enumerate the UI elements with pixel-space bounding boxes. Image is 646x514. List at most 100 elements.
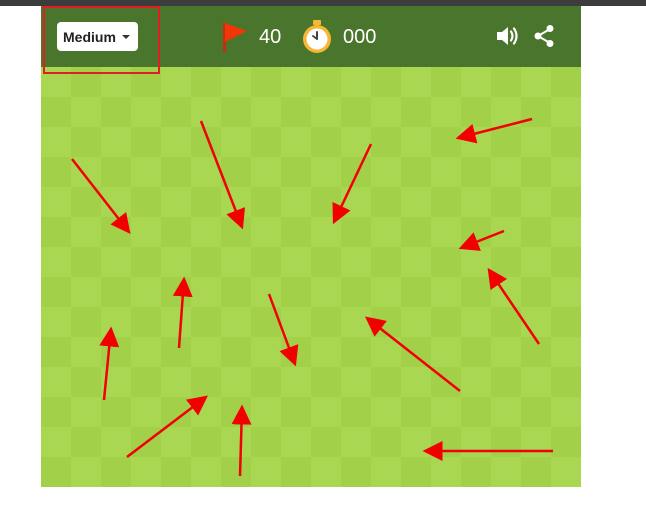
board-cell[interactable] [371, 427, 402, 458]
board-cell[interactable] [401, 127, 432, 158]
board-cell[interactable] [431, 127, 462, 158]
board-cell[interactable] [491, 187, 522, 218]
board-cell[interactable] [551, 307, 581, 338]
board-cell[interactable] [191, 247, 222, 278]
board-cell[interactable] [221, 367, 252, 398]
board-cell[interactable] [461, 247, 492, 278]
board-cell[interactable] [521, 97, 552, 128]
board-cell[interactable] [551, 277, 581, 308]
board-cell[interactable] [41, 187, 72, 218]
board-cell[interactable] [491, 157, 522, 188]
board-cell[interactable] [161, 247, 192, 278]
board-cell[interactable] [191, 277, 222, 308]
board-cell[interactable] [131, 367, 162, 398]
board-cell[interactable] [41, 67, 72, 98]
board-cell[interactable] [221, 187, 252, 218]
board-cell[interactable] [131, 157, 162, 188]
board-cell[interactable] [251, 397, 282, 428]
board-cell[interactable] [281, 157, 312, 188]
game-board[interactable] [41, 67, 581, 487]
board-cell[interactable] [401, 187, 432, 218]
board-cell[interactable] [281, 337, 312, 368]
board-cell[interactable] [401, 367, 432, 398]
board-cell[interactable] [131, 397, 162, 428]
board-cell[interactable] [281, 97, 312, 128]
board-cell[interactable] [311, 247, 342, 278]
board-cell[interactable] [371, 157, 402, 188]
board-cell[interactable] [551, 457, 581, 487]
board-cell[interactable] [191, 307, 222, 338]
board-cell[interactable] [521, 337, 552, 368]
board-cell[interactable] [401, 277, 432, 308]
board-cell[interactable] [131, 127, 162, 158]
board-cell[interactable] [491, 97, 522, 128]
board-cell[interactable] [101, 157, 132, 188]
board-cell[interactable] [311, 157, 342, 188]
board-cell[interactable] [101, 247, 132, 278]
board-cell[interactable] [401, 337, 432, 368]
board-cell[interactable] [341, 337, 372, 368]
board-cell[interactable] [41, 217, 72, 248]
board-cell[interactable] [41, 247, 72, 278]
board-cell[interactable] [551, 127, 581, 158]
board-cell[interactable] [191, 337, 222, 368]
board-cell[interactable] [41, 427, 72, 458]
board-cell[interactable] [161, 367, 192, 398]
board-cell[interactable] [71, 397, 102, 428]
board-cell[interactable] [311, 217, 342, 248]
board-cell[interactable] [401, 67, 432, 98]
board-cell[interactable] [551, 67, 581, 98]
board-cell[interactable] [191, 187, 222, 218]
board-cell[interactable] [551, 367, 581, 398]
board-cell[interactable] [431, 97, 462, 128]
board-cell[interactable] [281, 277, 312, 308]
board-cell[interactable] [131, 277, 162, 308]
board-cell[interactable] [341, 127, 372, 158]
board-cell[interactable] [251, 97, 282, 128]
board-cell[interactable] [251, 367, 282, 398]
board-cell[interactable] [71, 427, 102, 458]
board-cell[interactable] [401, 247, 432, 278]
board-cell[interactable] [491, 457, 522, 487]
board-cell[interactable] [101, 127, 132, 158]
board-cell[interactable] [461, 187, 492, 218]
board-cell[interactable] [221, 217, 252, 248]
board-cell[interactable] [311, 67, 342, 98]
board-cell[interactable] [191, 397, 222, 428]
board-cell[interactable] [71, 217, 102, 248]
board-cell[interactable] [461, 337, 492, 368]
board-cell[interactable] [401, 307, 432, 338]
board-cell[interactable] [431, 457, 462, 487]
board-cell[interactable] [311, 457, 342, 487]
board-cell[interactable] [311, 367, 342, 398]
board-cell[interactable] [551, 97, 581, 128]
board-cell[interactable] [461, 277, 492, 308]
board-cell[interactable] [281, 67, 312, 98]
board-cell[interactable] [311, 97, 342, 128]
board-cell[interactable] [461, 217, 492, 248]
board-cell[interactable] [161, 67, 192, 98]
board-cell[interactable] [281, 367, 312, 398]
board-cell[interactable] [41, 337, 72, 368]
board-cell[interactable] [71, 67, 102, 98]
board-cell[interactable] [191, 367, 222, 398]
board-cell[interactable] [101, 307, 132, 338]
board-cell[interactable] [491, 67, 522, 98]
board-cell[interactable] [281, 127, 312, 158]
board-cell[interactable] [191, 427, 222, 458]
board-cell[interactable] [521, 247, 552, 278]
board-cell[interactable] [221, 97, 252, 128]
board-cell[interactable] [251, 217, 282, 248]
board-cell[interactable] [491, 427, 522, 458]
board-cell[interactable] [521, 427, 552, 458]
board-cell[interactable] [221, 307, 252, 338]
board-cell[interactable] [251, 307, 282, 338]
board-cell[interactable] [341, 247, 372, 278]
board-cell[interactable] [161, 457, 192, 487]
board-cell[interactable] [551, 427, 581, 458]
board-cell[interactable] [71, 247, 102, 278]
board-cell[interactable] [41, 157, 72, 188]
board-cell[interactable] [521, 187, 552, 218]
board-cell[interactable] [491, 127, 522, 158]
board-cell[interactable] [281, 457, 312, 487]
